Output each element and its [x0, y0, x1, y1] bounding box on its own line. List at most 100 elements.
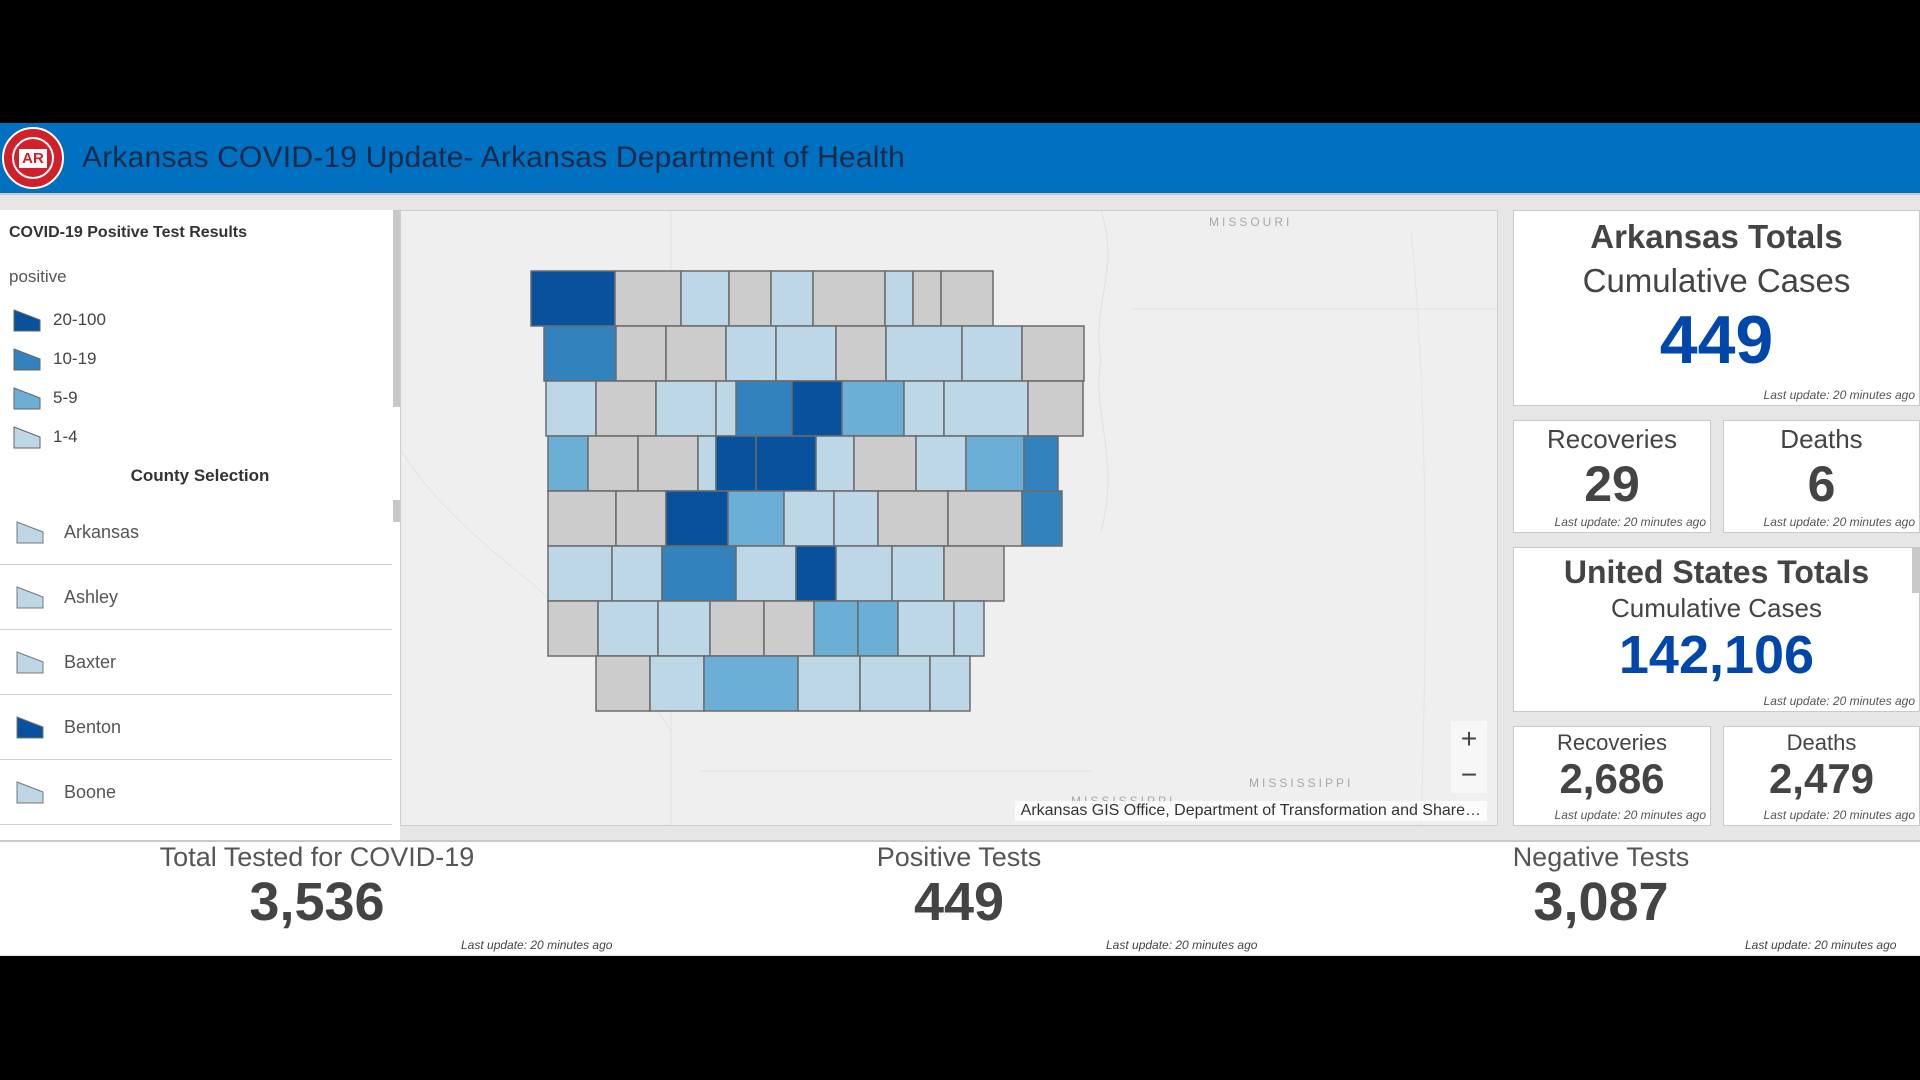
county-polygon[interactable]: [725, 325, 777, 382]
county-polygon[interactable]: [884, 270, 914, 327]
county-polygon[interactable]: [530, 270, 616, 327]
county-polygon[interactable]: [961, 325, 1023, 382]
county-polygon[interactable]: [812, 270, 886, 327]
polygon-swatch-icon: [16, 651, 44, 674]
county-polygon[interactable]: [953, 600, 985, 657]
county-polygon[interactable]: [1023, 435, 1059, 492]
us-recoveries-label: Recoveries: [1556, 730, 1668, 755]
county-polygon[interactable]: [547, 545, 613, 602]
county-polygon[interactable]: [545, 380, 597, 437]
county-list-scrollbar[interactable]: [393, 500, 400, 522]
county-polygon[interactable]: [703, 655, 799, 712]
county-polygon[interactable]: [587, 435, 639, 492]
county-polygon[interactable]: [595, 380, 657, 437]
county-polygon[interactable]: [943, 545, 1005, 602]
legend-scrollbar[interactable]: [393, 210, 400, 407]
county-polygon[interactable]: [595, 655, 651, 712]
county-polygon[interactable]: [735, 545, 797, 602]
county-polygon[interactable]: [833, 490, 879, 547]
zoom-in-button[interactable]: +: [1451, 721, 1487, 757]
county-polygon[interactable]: [655, 380, 717, 437]
county-choropleth[interactable]: [401, 211, 1498, 826]
county-name: Baxter: [64, 651, 117, 672]
us-card-scrollbar[interactable]: [1912, 548, 1919, 593]
county-polygon[interactable]: [783, 490, 835, 547]
county-polygon[interactable]: [547, 600, 599, 657]
logo-text: AR: [19, 148, 47, 168]
map-view[interactable]: MISSOURI MISSISSIPPI MISSISSIPPI + − Ark…: [400, 210, 1498, 826]
county-polygon[interactable]: [929, 655, 971, 712]
county-polygon[interactable]: [615, 325, 667, 382]
arkansas-cases-value: 449: [1659, 302, 1774, 378]
county-polygon[interactable]: [791, 380, 843, 437]
arkansas-deaths-card: Deaths 6 Last update: 20 minutes ago: [1723, 420, 1920, 533]
county-polygon[interactable]: [615, 490, 667, 547]
county-polygon[interactable]: [857, 600, 899, 657]
county-polygon[interactable]: [763, 600, 815, 657]
county-polygon[interactable]: [543, 325, 617, 382]
county-polygon[interactable]: [715, 435, 757, 492]
county-polygon[interactable]: [755, 435, 817, 492]
county-polygon[interactable]: [835, 325, 887, 382]
county-polygon[interactable]: [657, 600, 711, 657]
county-polygon[interactable]: [735, 380, 793, 437]
zoom-out-button[interactable]: −: [1451, 757, 1487, 793]
last-update: Last update: 20 minutes ago: [1554, 808, 1706, 822]
county-polygon[interactable]: [547, 435, 589, 492]
county-list-item[interactable]: Baxter: [0, 630, 392, 695]
legend-item: 5-9: [13, 385, 78, 411]
county-polygon[interactable]: [885, 325, 963, 382]
last-update: Last update: 20 minutes ago: [1763, 515, 1915, 529]
arkansas-cases-label: Cumulative Cases: [1582, 262, 1851, 299]
county-polygon[interactable]: [859, 655, 931, 712]
negative-tests-stat: Negative Tests 3,087: [1401, 842, 1801, 932]
county-polygon[interactable]: [728, 270, 772, 327]
county-polygon[interactable]: [841, 380, 905, 437]
county-polygon[interactable]: [770, 270, 814, 327]
county-list-item[interactable]: Ashley: [0, 565, 392, 630]
county-polygon[interactable]: [815, 435, 855, 492]
county-polygon[interactable]: [903, 380, 945, 437]
county-polygon[interactable]: [797, 655, 861, 712]
us-cases-label: Cumulative Cases: [1611, 593, 1822, 623]
map-attribution[interactable]: Arkansas GIS Office, Department of Trans…: [1014, 801, 1487, 821]
county-polygon[interactable]: [727, 490, 785, 547]
county-polygon[interactable]: [947, 490, 1023, 547]
county-polygon[interactable]: [661, 545, 737, 602]
county-polygon[interactable]: [1021, 490, 1063, 547]
county-polygon[interactable]: [915, 435, 967, 492]
county-list-item[interactable]: Boone: [0, 760, 392, 825]
county-polygon[interactable]: [897, 600, 955, 657]
county-polygon[interactable]: [665, 490, 729, 547]
county-list-item[interactable]: Arkansas: [0, 500, 392, 565]
county-polygon[interactable]: [709, 600, 765, 657]
county-polygon[interactable]: [940, 270, 994, 327]
county-polygon[interactable]: [697, 435, 717, 492]
county-polygon[interactable]: [1027, 380, 1084, 437]
county-polygon[interactable]: [965, 435, 1025, 492]
county-polygon[interactable]: [649, 655, 705, 712]
county-list-item[interactable]: Benton: [0, 695, 392, 760]
county-polygon[interactable]: [912, 270, 942, 327]
county-polygon[interactable]: [680, 270, 730, 327]
polygon-swatch-icon: [13, 426, 41, 449]
county-polygon[interactable]: [665, 325, 727, 382]
us-recoveries-value: 2,686: [1559, 755, 1665, 802]
county-polygon[interactable]: [597, 600, 659, 657]
polygon-swatch-icon: [13, 309, 41, 332]
county-polygon[interactable]: [775, 325, 837, 382]
county-polygon[interactable]: [614, 270, 682, 327]
county-polygon[interactable]: [637, 435, 699, 492]
county-polygon[interactable]: [891, 545, 945, 602]
county-polygon[interactable]: [547, 490, 617, 547]
county-polygon[interactable]: [877, 490, 949, 547]
county-polygon[interactable]: [853, 435, 917, 492]
county-polygon[interactable]: [813, 600, 859, 657]
county-polygon[interactable]: [611, 545, 663, 602]
polygon-swatch-icon: [16, 586, 44, 609]
county-polygon[interactable]: [835, 545, 893, 602]
county-polygon[interactable]: [795, 545, 837, 602]
legend-item: 1-4: [13, 424, 78, 450]
county-polygon[interactable]: [1021, 325, 1085, 382]
county-polygon[interactable]: [943, 380, 1029, 437]
